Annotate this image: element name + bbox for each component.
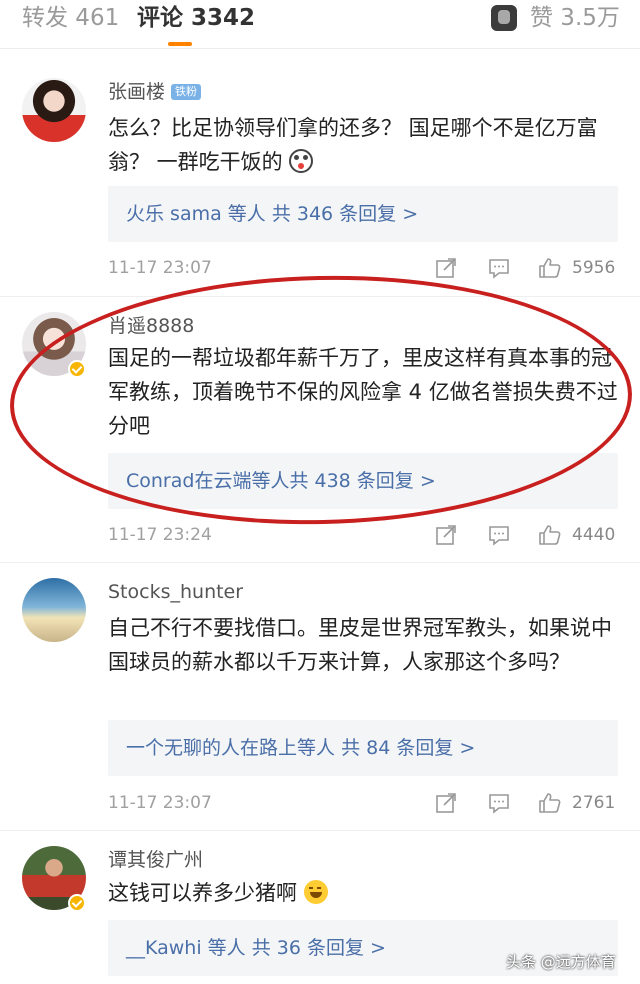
header-divider: [0, 48, 640, 49]
share-icon[interactable]: [434, 523, 458, 547]
comment-text: 国足的一帮垃圾都年薪千万了，里皮这样有真本事的冠军教练，顶着晚节不保的风险拿 4…: [108, 346, 618, 438]
liker-avatar: [491, 5, 517, 31]
username[interactable]: 肖遥8888: [108, 314, 194, 338]
username[interactable]: 谭其俊广州: [108, 848, 203, 872]
like-count: 5956: [572, 258, 616, 278]
verified-badge-icon: [68, 894, 86, 912]
share-icon[interactable]: [434, 791, 458, 815]
username[interactable]: 张画楼 铁粉: [108, 80, 202, 104]
watermark: 头条 @远方体育: [506, 953, 616, 971]
thumbs-up-icon[interactable]: [538, 523, 562, 547]
comment-meta: 11-17 23:07 2761: [108, 789, 618, 817]
fan-badge: 铁粉: [171, 84, 202, 100]
comment-text: 自己不行不要找借口。里皮是世界冠军教头，如果说中国球员的薪水都以千万来计算，人家…: [108, 616, 612, 674]
share-icon[interactable]: [434, 256, 458, 280]
replies-link[interactable]: 火乐 sama 等人 共 346 条回复 >: [108, 186, 618, 242]
timestamp: 11-17 23:24: [108, 525, 212, 545]
avatar[interactable]: [22, 78, 86, 142]
thumbs-up-icon[interactable]: [538, 791, 562, 815]
timestamp: 11-17 23:07: [108, 258, 212, 278]
comment-icon[interactable]: [487, 791, 511, 815]
comment-divider: [0, 830, 640, 831]
tab-repost[interactable]: 转发 461: [22, 2, 119, 34]
avatar[interactable]: [22, 578, 86, 642]
laughing-tears-emoji-icon: [303, 880, 328, 904]
comment-text: 这钱可以养多少猪啊: [108, 876, 618, 910]
comment-tabs: 转发 461 评论 3342 赞 3.5万: [0, 0, 640, 48]
comment-icon[interactable]: [487, 523, 511, 547]
like-count: 2761: [572, 793, 616, 813]
scared-face-emoji-icon: [289, 149, 314, 173]
replies-link[interactable]: Conrad在云端等人共 438 条回复 >: [108, 453, 618, 509]
timestamp: 11-17 23:07: [108, 793, 212, 813]
replies-link[interactable]: 一个无聊的人在路上等人 共 84 条回复 >: [108, 720, 618, 776]
comment-meta: 11-17 23:24 4440: [108, 521, 618, 549]
tab-comment[interactable]: 评论 3342: [137, 2, 255, 34]
thumbs-up-icon[interactable]: [538, 256, 562, 280]
like-count: 4440: [572, 525, 616, 545]
tab-like[interactable]: 赞 3.5万: [530, 2, 620, 34]
comment-meta: 11-17 23:07 5956: [108, 254, 618, 282]
comment-divider: [0, 562, 640, 563]
comment-divider: [0, 296, 640, 297]
comment-text: 怎么？比足协领导们拿的还多？ 国足哪个不是亿万富翁？ 一群吃干饭的: [108, 116, 598, 174]
username[interactable]: Stocks_hunter: [108, 580, 243, 604]
comment-icon[interactable]: [487, 256, 511, 280]
active-tab-indicator: [168, 42, 192, 46]
verified-badge-icon: [68, 360, 86, 378]
